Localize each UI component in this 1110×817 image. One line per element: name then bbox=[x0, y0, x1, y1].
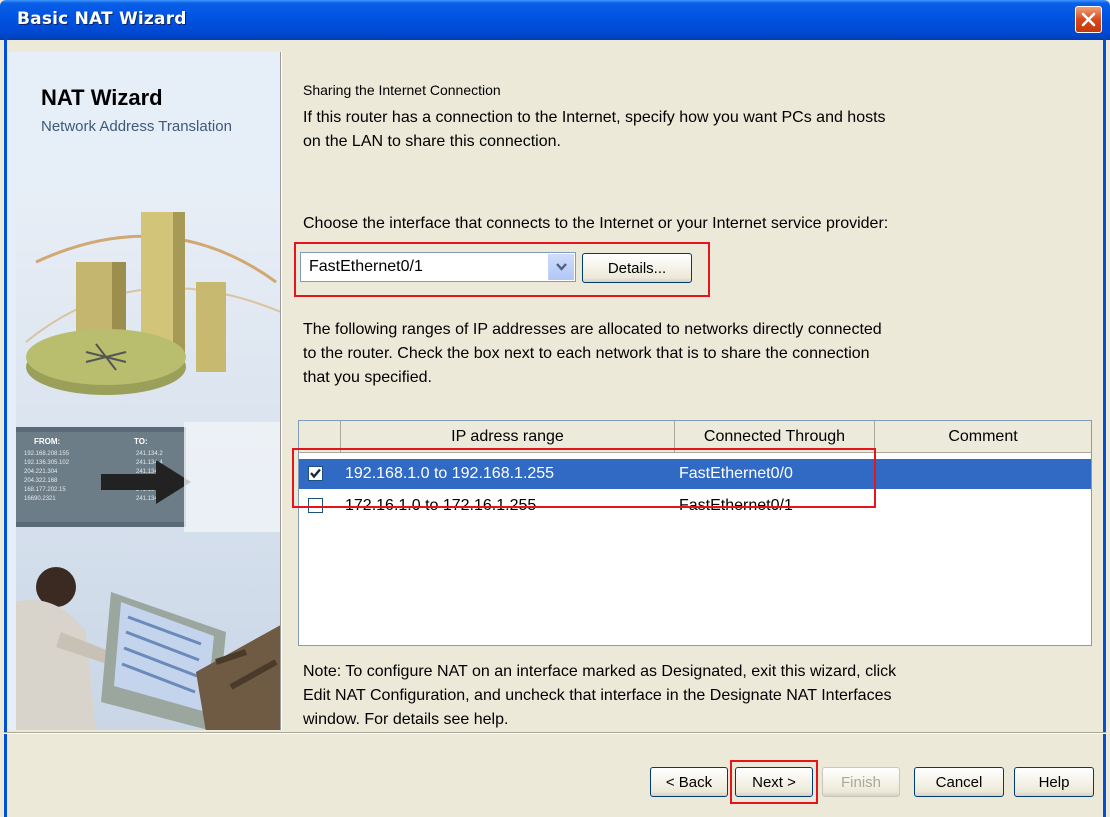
panel-subtitle: Network Address Translation bbox=[41, 118, 232, 135]
footer-divider-light bbox=[4, 733, 1106, 734]
svg-text:204.221.304: 204.221.304 bbox=[24, 469, 58, 475]
dropdown-button[interactable] bbox=[548, 254, 574, 280]
interface-select-value: FastEthernet0/1 bbox=[309, 258, 423, 275]
finish-button[interactable]: Finish bbox=[822, 767, 900, 797]
wizard-side-panel: FROM: TO: 192.168.208.155 192.136.305.10… bbox=[8, 52, 281, 730]
nat-wizard-window: Basic NAT Wizard FROM: TO: 192.168.208.1… bbox=[0, 0, 1110, 817]
svg-text:241.134.2: 241.134.2 bbox=[136, 451, 163, 457]
intro-line: on the LAN to share this connection. bbox=[303, 133, 561, 150]
row-highlight bbox=[292, 448, 876, 508]
svg-text:168.177.202.15: 168.177.202.15 bbox=[24, 487, 66, 493]
svg-text:204.322.168: 204.322.168 bbox=[24, 478, 58, 484]
note-line: Edit NAT Configuration, and uncheck that… bbox=[303, 687, 892, 704]
note-text: Note: To configure NAT on an interface m… bbox=[303, 660, 1093, 732]
title-bar[interactable]: Basic NAT Wizard bbox=[0, 0, 1110, 40]
intro-line: If this router has a connection to the I… bbox=[303, 109, 886, 126]
choose-interface-label: Choose the interface that connects to th… bbox=[303, 215, 889, 232]
svg-text:192.168.208.155: 192.168.208.155 bbox=[24, 451, 70, 457]
note-line: Note: To configure NAT on an interface m… bbox=[303, 663, 897, 680]
note-line: window. For details see help. bbox=[303, 711, 509, 728]
column-header-comment[interactable]: Comment bbox=[875, 421, 1091, 453]
cancel-button[interactable]: Cancel bbox=[914, 767, 1004, 797]
details-button[interactable]: Details... bbox=[582, 253, 692, 283]
chevron-down-icon bbox=[556, 263, 567, 271]
panel-divider bbox=[281, 52, 282, 730]
back-button[interactable]: < Back bbox=[650, 767, 728, 797]
nat-illustration: FROM: TO: 192.168.208.155 192.136.305.10… bbox=[16, 192, 280, 730]
intro-text: If this router has a connection to the I… bbox=[303, 106, 1093, 154]
svg-text:FROM:: FROM: bbox=[34, 437, 60, 446]
section-title: Sharing the Internet Connection bbox=[303, 82, 501, 98]
close-button[interactable] bbox=[1075, 6, 1102, 33]
ranges-line: to the router. Check the box next to eac… bbox=[303, 345, 870, 362]
svg-text:192.136.305.102: 192.136.305.102 bbox=[24, 460, 70, 466]
ranges-line: that you specified. bbox=[303, 369, 432, 386]
ranges-text: The following ranges of IP addresses are… bbox=[303, 318, 1093, 390]
window-title: Basic NAT Wizard bbox=[17, 9, 187, 29]
close-icon bbox=[1081, 12, 1096, 27]
next-button[interactable]: Next > bbox=[735, 767, 813, 797]
ranges-line: The following ranges of IP addresses are… bbox=[303, 321, 882, 338]
svg-text:TO:: TO: bbox=[134, 437, 148, 446]
panel-title: NAT Wizard bbox=[41, 85, 163, 110]
help-button[interactable]: Help bbox=[1014, 767, 1094, 797]
comment-cell bbox=[879, 491, 1091, 521]
svg-text:16690.2321: 16690.2321 bbox=[24, 496, 56, 502]
comment-cell bbox=[879, 459, 1091, 489]
interface-select[interactable]: FastEthernet0/1 bbox=[300, 252, 576, 282]
